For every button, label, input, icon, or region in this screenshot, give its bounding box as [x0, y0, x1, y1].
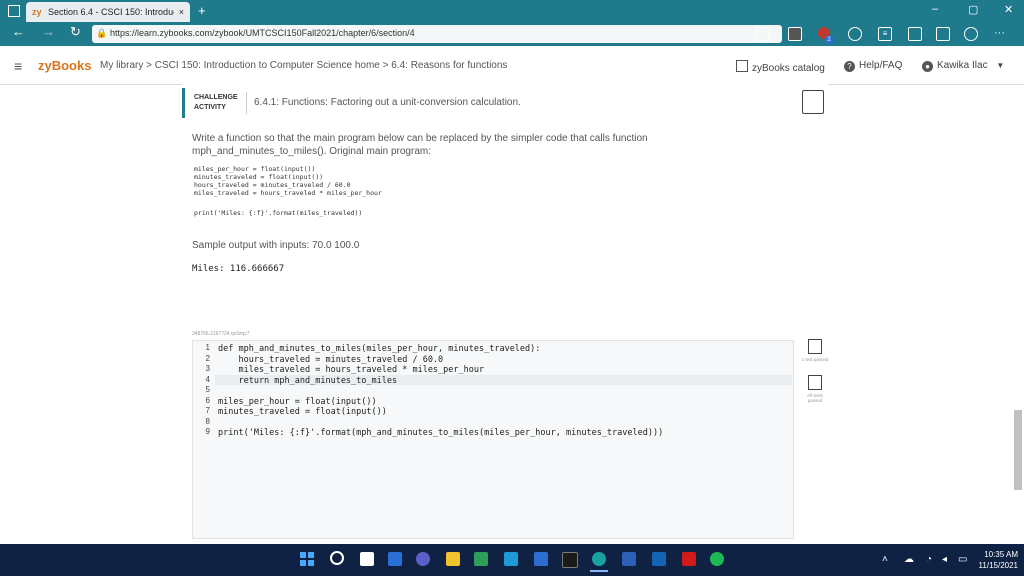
extension-icon[interactable] — [788, 27, 802, 41]
tab-actions-icon[interactable] — [8, 5, 20, 17]
file-explorer-icon[interactable] — [446, 552, 460, 566]
netflix-icon[interactable] — [682, 552, 696, 566]
test-status-label-2: All tests passed — [807, 393, 823, 403]
test-status-checkbox-1 — [808, 339, 822, 354]
user-name: Kawika Ilac — [937, 60, 988, 71]
line-number: 3 — [205, 364, 210, 373]
more-menu-icon[interactable]: ··· — [994, 27, 1005, 39]
activity-accent-bar — [182, 88, 185, 118]
app-icon[interactable] — [504, 552, 518, 566]
test-status-checkbox-2 — [808, 375, 822, 390]
app-icon[interactable] — [562, 552, 578, 568]
maximize-button[interactable]: ▢ — [968, 3, 978, 16]
onedrive-icon[interactable]: ☁ — [904, 554, 914, 565]
sample-output: Miles: 116.666667 — [192, 264, 285, 274]
code-line[interactable]: return mph_and_minutes_to_miles — [218, 376, 397, 386]
line-number: 7 — [205, 406, 210, 415]
original-print-statement: print('Miles: {:f}'.format(miles_travele… — [194, 209, 363, 217]
battery-icon[interactable]: ▭ — [958, 554, 967, 565]
code-line[interactable]: hours_traveled = minutes_traveled / 60.0 — [218, 355, 443, 365]
app-icon[interactable] — [388, 552, 402, 566]
collections-icon[interactable] — [908, 27, 922, 41]
tab-favicon: zy — [32, 7, 42, 17]
instructions-text: Write a function so that the main progra… — [192, 133, 648, 157]
code-line[interactable]: miles_traveled = hours_traveled * miles_… — [218, 365, 484, 375]
code-line[interactable]: minutes_traveled = float(input()) — [218, 407, 387, 417]
read-aloud-icon[interactable] — [936, 27, 950, 41]
user-menu[interactable]: ● Kawika Ilac ▼ — [922, 60, 1004, 72]
line-number: 2 — [205, 353, 210, 363]
tab-close-button[interactable]: × — [179, 2, 184, 22]
line-number: 1 — [205, 343, 210, 352]
edge-browser-icon[interactable] — [592, 552, 606, 566]
help-label: Help/FAQ — [859, 60, 903, 71]
completion-box-icon — [802, 90, 824, 114]
activity-type-label: CHALLENGE ACTIVITY — [194, 94, 238, 111]
user-avatar-icon: ● — [922, 61, 933, 72]
code-line[interactable]: print('Miles: {:f}'.format(mph_and_minut… — [218, 428, 663, 438]
help-icon: ? — [844, 61, 855, 72]
teams-icon[interactable] — [416, 552, 430, 566]
powershell-icon[interactable] — [534, 552, 548, 566]
divider — [246, 92, 247, 114]
line-number: 5 — [205, 385, 210, 394]
notes-icon[interactable] — [474, 552, 488, 566]
line-number: 6 — [205, 395, 210, 405]
wifi-icon[interactable]: ◔ — [926, 554, 932, 565]
outlook-icon[interactable] — [652, 552, 666, 566]
tab-title: Section 6.4 - CSCI 150: Introducti — [48, 7, 174, 17]
new-tab-button[interactable]: + — [198, 3, 206, 18]
profile-icon[interactable] — [964, 27, 978, 41]
catalog-link[interactable]: zyBooks catalog — [736, 60, 825, 74]
line-number: 9 — [205, 427, 210, 436]
clock-time: 10:35 AM — [984, 550, 1018, 559]
breadcrumb[interactable]: My library > CSCI 150: Introduction to C… — [100, 60, 507, 71]
back-icon[interactable]: ← — [12, 24, 25, 39]
activity-title: 6.4.1: Functions: Factoring out a unit-c… — [254, 97, 521, 108]
clock-date: 11/15/2021 — [978, 561, 1018, 570]
active-app-indicator — [590, 570, 608, 572]
catalog-label: zyBooks catalog — [752, 63, 825, 74]
task-view-icon[interactable] — [360, 552, 374, 566]
url-text[interactable]: https://learn.zybooks.com/zybook/UMTCSCI… — [110, 28, 415, 38]
sync-icon[interactable] — [848, 27, 862, 41]
windows-start-icon[interactable] — [300, 552, 314, 566]
chevron-down-icon: ▼ — [996, 61, 1005, 70]
lock-icon: 🔒 — [96, 28, 108, 38]
volume-icon[interactable]: ◂ — [942, 554, 947, 565]
line-number: 8 — [205, 416, 210, 426]
favorites-list-icon[interactable]: ≡ — [878, 27, 892, 41]
browser-tab[interactable]: zy Section 6.4 - CSCI 150: Introducti × — [26, 2, 190, 22]
close-window-button[interactable]: ✕ — [1004, 3, 1013, 16]
test-status-label-1: 1 test passed — [801, 357, 829, 362]
line-number: 4 — [205, 374, 210, 384]
minimize-button[interactable]: – — [932, 3, 938, 15]
line-number-gutter: 1 2 3 4 5 6 7 8 9 — [202, 343, 210, 438]
page-scrollbar[interactable] — [1014, 410, 1022, 490]
notification-badge: 2 — [825, 36, 833, 44]
taskbar-clock[interactable]: 10:35 AM 11/15/2021 — [972, 549, 1018, 571]
forward-icon[interactable]: → — [42, 24, 55, 39]
spotify-icon[interactable] — [710, 552, 724, 566]
search-icon[interactable] — [330, 551, 344, 565]
code-id: 348766.2167724.qx3zqy7 — [192, 331, 250, 337]
code-line[interactable]: miles_per_hour = float(input()) — [218, 397, 377, 407]
show-hidden-icons-icon[interactable]: ˄ — [882, 554, 888, 565]
sample-output-label: Sample output with inputs: 70.0 100.0 — [192, 240, 360, 251]
hamburger-menu-icon[interactable]: ≡ — [14, 58, 22, 74]
word-icon[interactable] — [622, 552, 636, 566]
original-program-code: miles_per_hour = float(input()) minutes_… — [194, 165, 382, 197]
code-line[interactable]: def mph_and_minutes_to_miles(miles_per_h… — [218, 344, 540, 354]
refresh-icon[interactable]: ↻ — [70, 24, 81, 40]
favorite-star-icon[interactable]: ☆ — [756, 27, 770, 41]
zybooks-logo[interactable]: zyBooks — [38, 58, 91, 73]
book-icon — [736, 60, 748, 72]
help-link[interactable]: ? Help/FAQ — [844, 60, 902, 72]
